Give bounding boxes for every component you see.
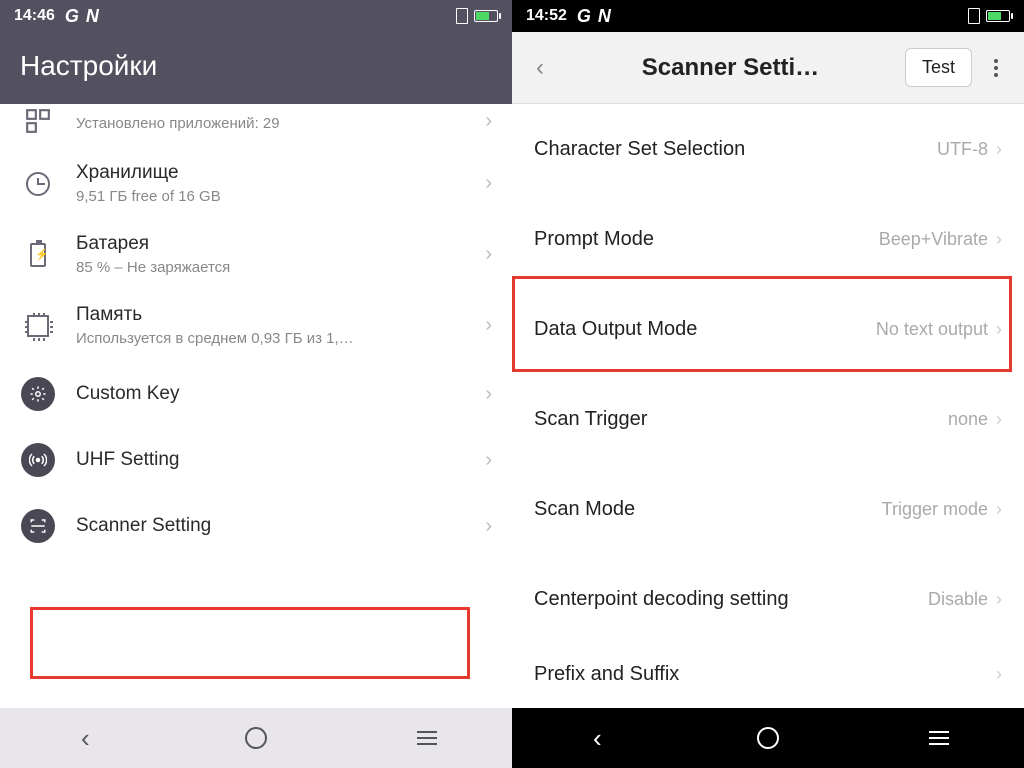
item-title: UHF Setting xyxy=(76,449,485,471)
nav-bar: ‹ xyxy=(512,708,1024,768)
status-time: 14:46 xyxy=(14,7,55,25)
chevron-right-icon: › xyxy=(485,515,492,538)
nav-home-button[interactable] xyxy=(216,727,296,749)
item-title: Scan Trigger xyxy=(534,408,948,431)
chevron-right-icon: › xyxy=(996,409,1002,430)
list-item-memory[interactable]: Память Используется в среднем 0,93 ГБ из… xyxy=(0,290,512,361)
scanner-icon xyxy=(20,509,56,543)
settings-list: Установлено приложений: 29 › Хранилище 9… xyxy=(0,104,512,708)
item-title: Centerpoint decoding setting xyxy=(534,588,928,611)
item-data-output[interactable]: Data Output Mode No text output › xyxy=(512,284,1024,374)
status-bar-left: 14:46 G N xyxy=(0,0,512,32)
battery-status-icon xyxy=(474,10,498,22)
test-button[interactable]: Test xyxy=(905,48,972,87)
clock-icon xyxy=(20,172,56,196)
chevron-right-icon: › xyxy=(996,499,1002,520)
gear-icon xyxy=(20,377,56,411)
item-value: Trigger mode xyxy=(882,499,988,520)
item-subtitle: Используется в среднем 0,93 ГБ из 1,… xyxy=(76,330,485,347)
chevron-right-icon: › xyxy=(485,383,492,406)
list-item-storage[interactable]: Хранилище 9,51 ГБ free of 16 GB › xyxy=(0,148,512,219)
nav-home-button[interactable] xyxy=(728,727,808,749)
chevron-right-icon: › xyxy=(996,589,1002,610)
item-title: Data Output Mode xyxy=(534,318,876,341)
item-prefix-suffix[interactable]: Prefix and Suffix › xyxy=(512,644,1024,704)
item-scan-mode[interactable]: Scan Mode Trigger mode › xyxy=(512,464,1024,554)
chevron-right-icon: › xyxy=(996,664,1002,685)
battery-status-icon xyxy=(986,10,1010,22)
item-title: Память xyxy=(76,304,485,326)
sim-icon xyxy=(456,8,468,24)
item-subtitle: Установлено приложений: 29 xyxy=(76,115,485,132)
item-scan-trigger[interactable]: Scan Trigger none › xyxy=(512,374,1024,464)
nav-bar: ‹ xyxy=(0,708,512,768)
item-value: none xyxy=(948,409,988,430)
highlight-scanner-setting xyxy=(30,607,470,679)
back-button[interactable]: ‹ xyxy=(524,52,556,84)
nav-back-button[interactable]: ‹ xyxy=(557,723,637,754)
item-title: Хранилище xyxy=(76,162,485,184)
phone-left: 14:46 G N Настройки Установлено приложен… xyxy=(0,0,512,768)
status-gn-icon: G N xyxy=(577,6,612,27)
list-item-custom-key[interactable]: Custom Key › xyxy=(0,361,512,427)
item-value: Beep+Vibrate xyxy=(879,229,988,250)
scanner-settings-list: Character Set Selection UTF-8 › Prompt M… xyxy=(512,104,1024,708)
item-value: Disable xyxy=(928,589,988,610)
item-centerpoint[interactable]: Centerpoint decoding setting Disable › xyxy=(512,554,1024,644)
item-title: Custom Key xyxy=(76,383,485,405)
antenna-icon xyxy=(20,443,56,477)
chevron-right-icon: › xyxy=(485,314,492,337)
chip-icon xyxy=(20,315,56,337)
status-gn-icon: G N xyxy=(65,6,100,27)
item-subtitle: 9,51 ГБ free of 16 GB xyxy=(76,188,485,205)
item-title: Prompt Mode xyxy=(534,228,879,251)
item-title: Scanner Setting xyxy=(76,515,485,537)
item-subtitle: 85 % – Не заряжается xyxy=(76,259,485,276)
item-charset[interactable]: Character Set Selection UTF-8 › xyxy=(512,104,1024,194)
more-menu-button[interactable] xyxy=(980,52,1012,84)
page-title: Настройки xyxy=(0,32,512,104)
phone-right: 14:52 G N ‹ Scanner Setti… Test Characte… xyxy=(512,0,1024,768)
chevron-right-icon: › xyxy=(996,319,1002,340)
item-title: Батарея xyxy=(76,233,485,255)
chevron-right-icon: › xyxy=(996,229,1002,250)
nav-back-button[interactable]: ‹ xyxy=(45,723,125,754)
chevron-right-icon: › xyxy=(485,449,492,472)
chevron-right-icon: › xyxy=(996,139,1002,160)
list-item-battery[interactable]: Батарея 85 % – Не заряжается › xyxy=(0,219,512,290)
item-value: No text output xyxy=(876,319,988,340)
page-title: Scanner Setti… xyxy=(564,54,897,82)
nav-recents-button[interactable] xyxy=(387,731,467,745)
sim-icon xyxy=(968,8,980,24)
item-title: Scan Mode xyxy=(534,498,882,521)
item-title: Character Set Selection xyxy=(534,138,937,161)
list-item-apps[interactable]: Установлено приложений: 29 › xyxy=(0,104,512,148)
status-time: 14:52 xyxy=(526,7,567,25)
chevron-right-icon: › xyxy=(485,110,492,133)
chevron-right-icon: › xyxy=(485,172,492,195)
list-item-uhf[interactable]: UHF Setting › xyxy=(0,427,512,493)
list-item-scanner[interactable]: Scanner Setting › xyxy=(0,493,512,559)
item-title: Prefix and Suffix xyxy=(534,663,988,686)
battery-icon xyxy=(20,243,56,267)
status-bar-right: 14:52 G N xyxy=(512,0,1024,32)
nav-recents-button[interactable] xyxy=(899,731,979,745)
apps-icon xyxy=(20,108,56,134)
chevron-right-icon: › xyxy=(485,243,492,266)
item-prompt-mode[interactable]: Prompt Mode Beep+Vibrate › xyxy=(512,194,1024,284)
app-header: ‹ Scanner Setti… Test xyxy=(512,32,1024,104)
item-value: UTF-8 xyxy=(937,139,988,160)
